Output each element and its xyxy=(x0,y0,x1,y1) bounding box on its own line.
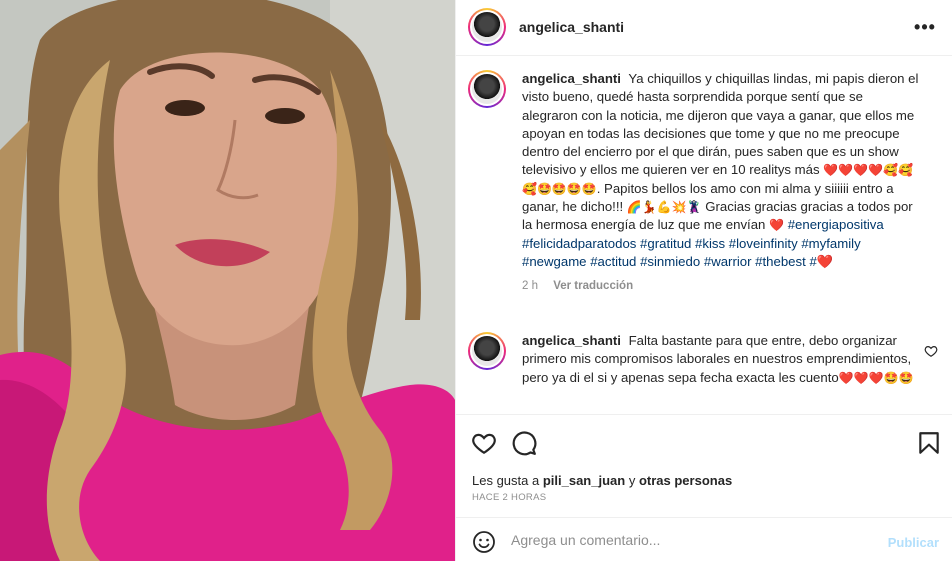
post-comment-button[interactable]: Publicar xyxy=(888,535,939,550)
hashtag[interactable]: #sinmiedo xyxy=(640,254,700,269)
likes-prefix: Les gusta a xyxy=(472,473,540,488)
hashtag[interactable]: #thebest xyxy=(755,254,806,269)
caption-emojis-3: ❤️ xyxy=(769,218,785,233)
hashtag[interactable]: #newgame xyxy=(522,254,587,269)
caption-meta: 2 h Ver traducción xyxy=(522,277,922,295)
caption-avatar[interactable] xyxy=(468,70,506,108)
author-username[interactable]: angelica_shanti xyxy=(519,19,624,35)
selfie-photo xyxy=(0,0,455,561)
caption-emojis-2: 🌈💃💪💥🦹 xyxy=(626,200,702,215)
likes-user-link[interactable]: pili_san_juan xyxy=(543,473,625,488)
comment-input[interactable] xyxy=(511,528,871,552)
comment-avatar[interactable] xyxy=(468,332,506,370)
caption-text-1: Ya chiquillos y chiquillas lindas, mi pa… xyxy=(522,71,919,178)
hashtag[interactable]: #kiss xyxy=(695,236,725,251)
likes-others-link[interactable]: otras personas xyxy=(639,473,732,488)
post-photo[interactable] xyxy=(0,0,455,561)
comment-emojis: ❤️❤️❤️🤩🤩 xyxy=(838,370,914,385)
add-comment-bar: Publicar xyxy=(456,517,952,561)
post-timestamp[interactable]: HACE 2 HORAS xyxy=(472,492,546,503)
caption-time: 2 h xyxy=(522,280,538,293)
hashtag[interactable]: #actitud xyxy=(590,254,636,269)
more-options-icon[interactable]: ••• xyxy=(913,15,937,39)
comment-username[interactable]: angelica_shanti xyxy=(522,333,621,348)
post-actions: Les gusta a pili_san_juan y otras person… xyxy=(456,414,952,518)
bookmark-icon[interactable] xyxy=(916,430,942,456)
caption-username[interactable]: angelica_shanti xyxy=(522,71,621,86)
hashtag[interactable]: #❤️ xyxy=(809,254,833,269)
emoji-picker-icon[interactable] xyxy=(472,530,496,554)
post-header: angelica_shanti ••• xyxy=(456,0,952,56)
hashtag[interactable]: #myfamily xyxy=(801,236,860,251)
post-detail-panel: angelica_shanti ••• angelica_shanti Ya c… xyxy=(455,0,952,561)
like-heart-icon[interactable] xyxy=(471,430,497,456)
caption-body: angelica_shanti Ya chiquillos y chiquill… xyxy=(522,70,922,296)
comments-list[interactable]: angelica_shanti Ya chiquillos y chiquill… xyxy=(456,56,952,414)
translate-link[interactable]: Ver traducción xyxy=(553,280,633,292)
comment-bubble-icon[interactable] xyxy=(511,430,537,456)
author-avatar[interactable] xyxy=(468,8,506,46)
hashtag[interactable]: #loveinfinity xyxy=(729,236,798,251)
hashtag[interactable]: #felicidadparatodos xyxy=(522,236,636,251)
hashtag[interactable]: #energiapositiva xyxy=(788,217,884,232)
comment-like-icon[interactable] xyxy=(924,344,938,358)
comment-body: angelica_shanti Falta bastante para que … xyxy=(522,332,922,387)
hashtag[interactable]: #gratitud xyxy=(640,236,691,251)
likes-mid: y xyxy=(628,473,636,488)
hashtag[interactable]: #warrior xyxy=(704,254,752,269)
likes-summary: Les gusta a pili_san_juan y otras person… xyxy=(472,473,732,488)
